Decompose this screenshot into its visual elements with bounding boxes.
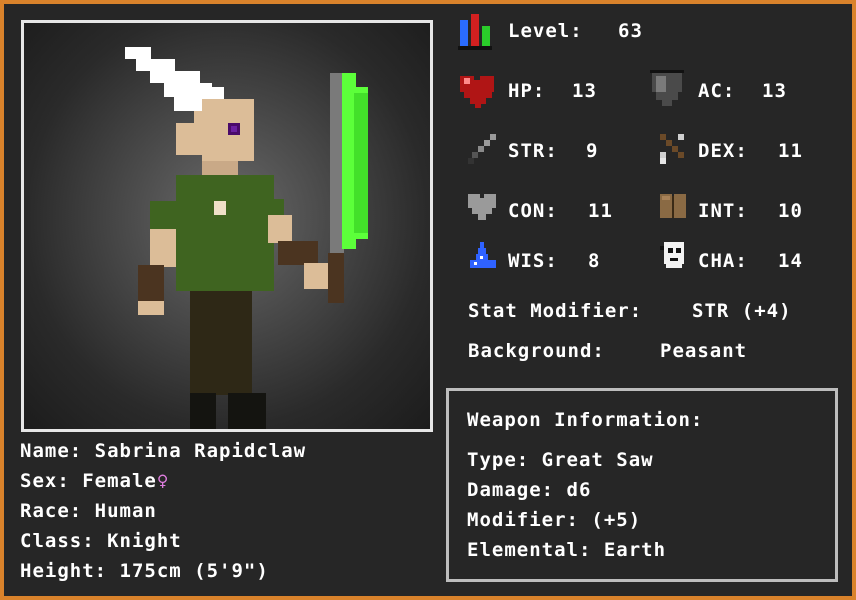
character-sheet-panel: Level: 63 HP: 13 AC: 13 STR: 9 DEX: 11 C… xyxy=(4,4,852,596)
level-label: Level: xyxy=(508,20,583,42)
dex-value: 11 xyxy=(778,140,803,162)
weapon-info-title: Weapon Information: xyxy=(467,409,704,431)
gray-heart-icon xyxy=(466,192,500,228)
wizard-hat-icon xyxy=(468,240,498,276)
hp-label: HP: xyxy=(508,80,546,102)
bow-icon xyxy=(656,130,690,170)
character-sprite xyxy=(125,47,368,429)
background-label: Background: xyxy=(468,340,605,362)
character-race: Race: Human xyxy=(20,500,157,522)
book-icon xyxy=(658,192,690,226)
ac-label: AC: xyxy=(698,80,736,102)
background-value: Peasant xyxy=(660,340,748,362)
female-symbol-icon: ♀ xyxy=(156,470,170,492)
weapon-info-box: Weapon Information: Type: Great Saw Dama… xyxy=(446,388,838,582)
level-value: 63 xyxy=(618,20,643,42)
weapon-damage: Damage: d6 xyxy=(467,479,592,501)
cha-label: CHA: xyxy=(698,250,748,272)
str-value: 9 xyxy=(586,140,599,162)
character-sex: Sex: Female♀ xyxy=(20,470,169,492)
character-name: Name: Sabrina Rapidclaw xyxy=(20,440,307,462)
character-class: Class: Knight xyxy=(20,530,182,552)
int-label: INT: xyxy=(698,200,748,222)
bar-chart-icon xyxy=(458,12,496,54)
stat-modifier-value: STR (+4) xyxy=(692,300,792,322)
character-sex-text: Sex: Female xyxy=(20,470,157,492)
wis-label: WIS: xyxy=(508,250,558,272)
shield-icon xyxy=(650,70,686,114)
int-value: 10 xyxy=(778,200,803,222)
dex-label: DEX: xyxy=(698,140,748,162)
hp-value: 13 xyxy=(572,80,597,102)
ac-value: 13 xyxy=(762,80,787,102)
weapon-modifier: Modifier: (+5) xyxy=(467,509,642,531)
wis-value: 8 xyxy=(588,250,601,272)
weapon-elemental: Elemental: Earth xyxy=(467,539,667,561)
heart-icon xyxy=(458,72,498,114)
character-portrait xyxy=(21,20,433,432)
cha-value: 14 xyxy=(778,250,803,272)
con-value: 11 xyxy=(588,200,613,222)
character-height: Height: 175cm (5'9") xyxy=(20,560,269,582)
mask-icon xyxy=(660,240,690,276)
con-label: CON: xyxy=(508,200,558,222)
weapon-type: Type: Great Saw xyxy=(467,449,654,471)
sword-icon xyxy=(466,132,500,170)
str-label: STR: xyxy=(508,140,558,162)
stat-modifier-label: Stat Modifier: xyxy=(468,300,643,322)
